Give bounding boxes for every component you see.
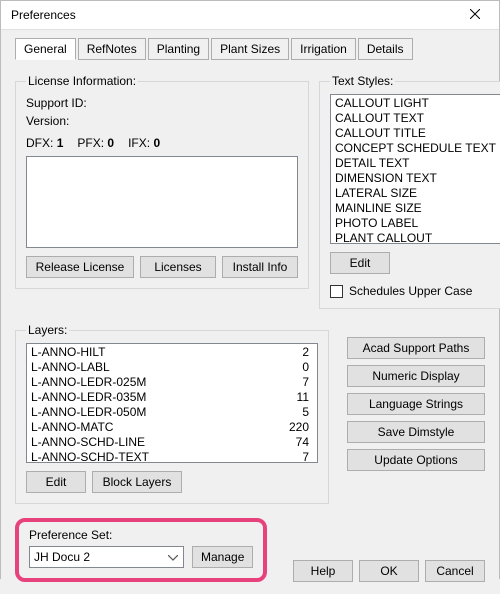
pfx-label: PFX: <box>77 136 104 150</box>
layers-group: Layers: L-ANNO-HILT2 L-ANNO-LABL0 L-ANNO… <box>15 323 329 504</box>
layers-edit-button[interactable]: Edit <box>26 471 86 493</box>
preference-set-dropdown[interactable]: JH Docu 2 <box>29 546 184 568</box>
version-label: Version: <box>26 112 298 130</box>
preference-set-legend: Preference Set: <box>29 528 253 542</box>
manage-button[interactable]: Manage <box>192 546 253 568</box>
tab-bar: General RefNotes Planting Plant Sizes Ir… <box>15 38 485 60</box>
block-layers-button[interactable]: Block Layers <box>92 471 182 493</box>
table-row[interactable]: L-ANNO-SCHD-TEXT7 <box>29 450 315 463</box>
list-item[interactable]: CALLOUT LIGHT <box>333 96 498 111</box>
acad-support-paths-button[interactable]: Acad Support Paths <box>347 337 485 359</box>
list-item[interactable]: CALLOUT TEXT <box>333 111 498 126</box>
save-dimstyle-button[interactable]: Save Dimstyle <box>347 421 485 443</box>
table-row[interactable]: L-ANNO-LABL0 <box>29 360 315 375</box>
list-item[interactable]: MAINLINE SIZE <box>333 201 498 216</box>
text-styles-group: Text Styles: CALLOUT LIGHT CALLOUT TEXT … <box>319 74 500 309</box>
table-row[interactable]: L-ANNO-MATC220 <box>29 420 315 435</box>
list-item[interactable]: DIMENSION TEXT <box>333 171 498 186</box>
table-row[interactable]: L-ANNO-LEDR-035M11 <box>29 390 315 405</box>
dfx-label: DFX: <box>26 136 53 150</box>
license-text-area[interactable] <box>26 156 298 248</box>
tab-refnotes[interactable]: RefNotes <box>78 38 146 60</box>
pfx-value: 0 <box>107 136 114 150</box>
release-license-button[interactable]: Release License <box>26 256 134 278</box>
titlebar: Preferences <box>1 1 499 30</box>
tab-general[interactable]: General <box>15 38 76 60</box>
text-styles-legend: Text Styles: <box>330 74 395 88</box>
close-icon <box>470 8 480 22</box>
tab-irrigation[interactable]: Irrigation <box>291 38 356 60</box>
language-strings-button[interactable]: Language Strings <box>347 393 485 415</box>
layers-list[interactable]: L-ANNO-HILT2 L-ANNO-LABL0 L-ANNO-LEDR-02… <box>26 343 318 463</box>
preference-set-selected: JH Docu 2 <box>34 550 90 564</box>
ifx-label: IFX: <box>128 136 150 150</box>
ifx-value: 0 <box>153 136 160 150</box>
table-row[interactable]: L-ANNO-LEDR-025M7 <box>29 375 315 390</box>
tab-plant-sizes[interactable]: Plant Sizes <box>211 38 289 60</box>
dfx-value: 1 <box>57 136 64 150</box>
list-item[interactable]: CALLOUT TITLE <box>333 126 498 141</box>
licenses-button[interactable]: Licenses <box>140 256 216 278</box>
table-row[interactable]: L-ANNO-HILT2 <box>29 345 315 360</box>
chevron-down-icon <box>165 550 181 564</box>
list-item[interactable]: PLANT CALLOUT <box>333 231 498 244</box>
tab-details[interactable]: Details <box>358 38 413 60</box>
schedules-upper-case-row[interactable]: Schedules Upper Case <box>330 284 500 298</box>
window-title: Preferences <box>11 8 76 22</box>
list-item[interactable]: DETAIL TEXT <box>333 156 498 171</box>
list-item[interactable]: PHOTO LABEL <box>333 216 498 231</box>
update-options-button[interactable]: Update Options <box>347 449 485 471</box>
numeric-display-button[interactable]: Numeric Display <box>347 365 485 387</box>
install-info-button[interactable]: Install Info <box>222 256 298 278</box>
preferences-window: Preferences General RefNotes Planting Pl… <box>0 0 500 579</box>
schedules-upper-case-label: Schedules Upper Case <box>349 284 472 298</box>
preference-set-highlight: Preference Set: JH Docu 2 Manage <box>15 518 267 582</box>
content-area: General RefNotes Planting Plant Sizes Ir… <box>1 30 499 594</box>
license-legend: License Information: <box>26 74 138 88</box>
license-group: License Information: Support ID: Version… <box>15 74 309 289</box>
support-id-label: Support ID: <box>26 94 298 112</box>
text-styles-edit-button[interactable]: Edit <box>330 252 390 274</box>
list-item[interactable]: CONCEPT SCHEDULE TEXT <box>333 141 498 156</box>
close-button[interactable] <box>453 1 497 29</box>
list-item[interactable]: LATERAL SIZE <box>333 186 498 201</box>
checkbox-icon <box>330 285 343 298</box>
side-button-column: Acad Support Paths Numeric Display Langu… <box>347 337 485 471</box>
table-row[interactable]: L-ANNO-LEDR-050M5 <box>29 405 315 420</box>
layers-legend: Layers: <box>26 323 69 337</box>
text-styles-list[interactable]: CALLOUT LIGHT CALLOUT TEXT CALLOUT TITLE… <box>330 94 500 244</box>
tab-planting[interactable]: Planting <box>148 38 209 60</box>
table-row[interactable]: L-ANNO-SCHD-LINE74 <box>29 435 315 450</box>
